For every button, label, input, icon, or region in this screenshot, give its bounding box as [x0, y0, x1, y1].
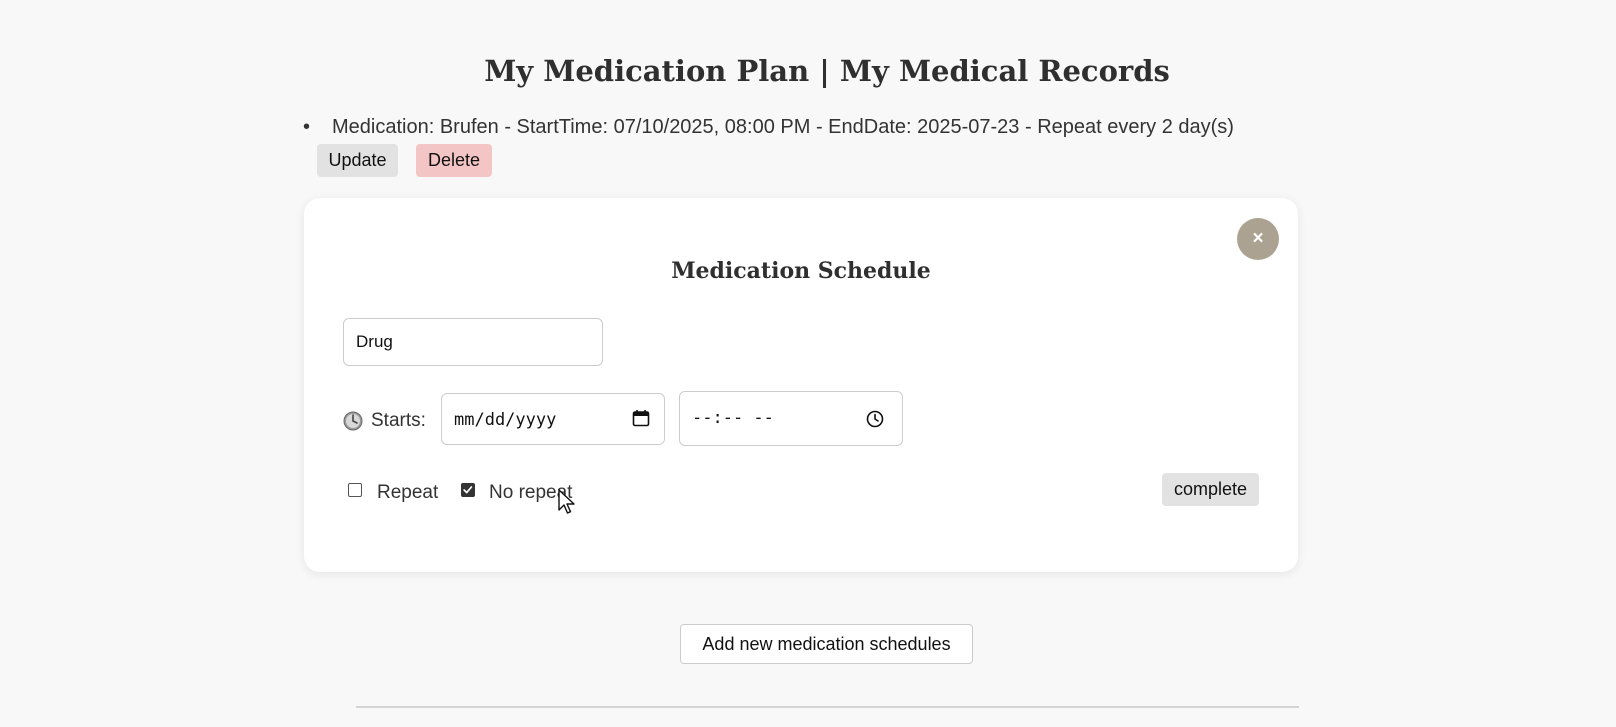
- complete-button[interactable]: complete: [1162, 473, 1259, 506]
- calendar-icon[interactable]: [632, 409, 650, 427]
- starts-label: Starts:: [371, 410, 426, 431]
- add-medication-schedule-button[interactable]: Add new medication schedules: [680, 624, 973, 664]
- date-placeholder: mm/dd/yyyy: [454, 410, 557, 430]
- page-title: My Medication Plan | My Medical Records: [484, 54, 1170, 88]
- list-bullet: •: [303, 116, 311, 138]
- delete-button[interactable]: Delete: [416, 144, 492, 177]
- clock-icon: [343, 411, 363, 431]
- time-placeholder: --:-- --: [692, 408, 774, 428]
- drug-input[interactable]: [343, 318, 603, 366]
- medication-list: • Medication: Brufen - StartTime: 07/10/…: [300, 116, 1234, 139]
- medication-list-item: • Medication: Brufen - StartTime: 07/10/…: [300, 116, 1234, 139]
- time-icon[interactable]: [866, 410, 884, 428]
- start-time-input[interactable]: --:-- --: [679, 391, 903, 446]
- start-date-input[interactable]: mm/dd/yyyy: [441, 393, 665, 445]
- close-button[interactable]: ×: [1237, 218, 1279, 260]
- update-button[interactable]: Update: [317, 144, 398, 177]
- check-icon: [463, 486, 473, 494]
- repeat-checkbox[interactable]: [348, 483, 362, 497]
- medication-summary: Medication: Brufen - StartTime: 07/10/20…: [332, 116, 1234, 138]
- close-icon: ×: [1252, 228, 1264, 249]
- modal-title: Medication Schedule: [671, 258, 931, 284]
- no-repeat-checkbox[interactable]: [461, 483, 475, 497]
- medication-schedule-modal: × Medication Schedule Starts: mm/dd/yyyy…: [304, 198, 1298, 572]
- divider: [356, 706, 1299, 708]
- repeat-label: Repeat: [377, 482, 439, 503]
- mouse-cursor: [558, 489, 575, 514]
